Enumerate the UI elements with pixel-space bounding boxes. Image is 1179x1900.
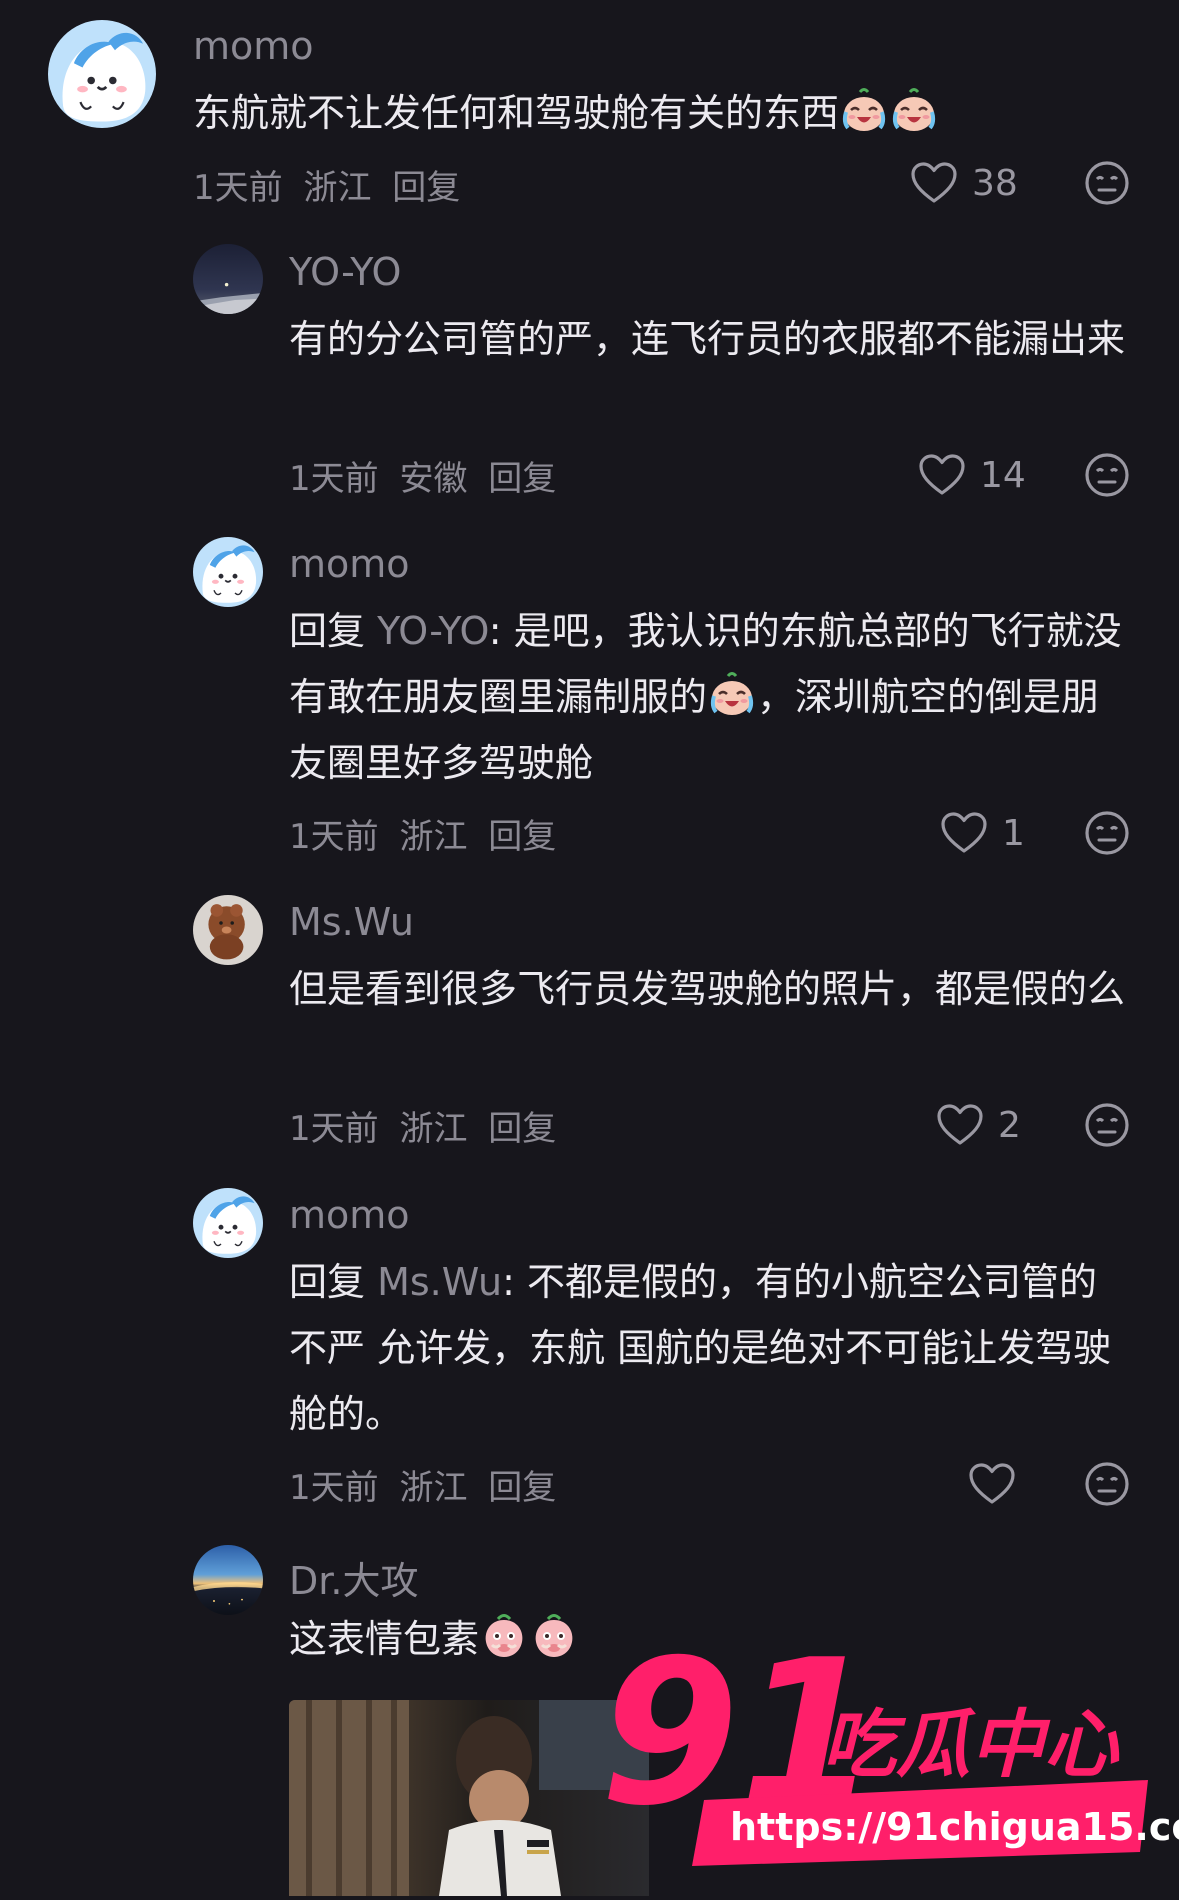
heart-icon (940, 811, 988, 855)
like-button[interactable]: 14 (918, 450, 1026, 500)
comment-meta: 1天前 浙江 回复 (289, 809, 566, 858)
blue-blob-avatar-icon (193, 537, 263, 607)
comment-meta: 1天前 浙江 回复 (193, 160, 470, 209)
emoji-react-icon[interactable] (1083, 451, 1131, 499)
comment-body: 这表情包素 (289, 1617, 480, 1661)
like-count: 2 (998, 1104, 1021, 1146)
like-count: 38 (972, 162, 1018, 204)
reply-button[interactable]: 回复 (488, 1468, 556, 1508)
heart-icon (968, 1462, 1016, 1506)
reply-button[interactable]: 回复 (488, 459, 556, 499)
reply-button[interactable]: 回复 (488, 817, 556, 857)
like-button[interactable]: 38 (910, 158, 1018, 208)
emoji-react-icon[interactable] (1083, 809, 1131, 857)
watermark-url: https://91chigua15.com (730, 1805, 1179, 1849)
emoji-react-icon[interactable] (1083, 159, 1131, 207)
comment-meta: 1天前 浙江 回复 (289, 1101, 566, 1150)
username[interactable]: Dr.大攻 (289, 1550, 418, 1605)
comment-text: 回复 Ms.Wu: 不都是假的，有的小航空公司管的不严 允许发，东航 国航的是绝… (289, 1249, 1129, 1447)
username[interactable]: momo (289, 542, 410, 586)
watermark-name: 吃瓜中心 (822, 1702, 1120, 1788)
comment-text: 东航就不让发任何和驾驶舱有关的东西 (193, 80, 1073, 146)
blue-blob-avatar-icon (193, 1188, 263, 1258)
reply-button[interactable]: 回复 (488, 1109, 556, 1149)
comment-time: 1天前 (289, 817, 379, 857)
username[interactable]: YO-YO (289, 250, 401, 294)
comment-time: 1天前 (193, 168, 283, 208)
comment-location: 浙江 (399, 817, 468, 857)
like-count: 1 (1002, 812, 1025, 854)
comment-location: 浙江 (303, 168, 372, 208)
comment-time: 1天前 (289, 1468, 379, 1508)
plush-toy-avatar-icon (193, 895, 263, 965)
comment-time: 1天前 (289, 459, 379, 499)
attached-photo[interactable] (289, 1700, 649, 1896)
avatar[interactable] (193, 1545, 263, 1615)
night-sky-avatar-icon (193, 244, 263, 314)
shy-peach-emoji-icon (480, 1612, 528, 1660)
avatar[interactable] (193, 895, 263, 965)
username[interactable]: momo (193, 24, 314, 68)
avatar[interactable] (48, 20, 156, 128)
reply-prefix: 回复 (289, 609, 378, 653)
like-button[interactable]: 2 (936, 1100, 1021, 1150)
comment-location: 安徽 (399, 459, 468, 499)
crying-laugh-emoji-icon (708, 670, 756, 718)
heart-icon (918, 453, 966, 497)
comment-meta: 1天前 安徽 回复 (289, 451, 566, 500)
reply-button[interactable]: 回复 (392, 168, 460, 208)
heart-icon (910, 161, 958, 205)
comment-text: 回复 YO-YO: 是吧，我认识的东航总部的飞行就没有敢在朋友圈里漏制服的 ，深圳… (289, 598, 1129, 796)
pilot-photo-image (289, 1700, 649, 1896)
mention-link[interactable]: YO-YO (377, 609, 489, 653)
username[interactable]: Ms.Wu (289, 900, 414, 944)
avatar[interactable] (193, 1188, 263, 1258)
emoji-react-icon[interactable] (1083, 1460, 1131, 1508)
like-button[interactable]: 1 (940, 808, 1025, 858)
avatar[interactable] (193, 244, 263, 314)
comment-body: 东航就不让发任何和驾驶舱有关的东西 (193, 91, 840, 135)
heart-icon (936, 1103, 984, 1147)
crying-laugh-emoji-icon (890, 86, 938, 134)
reply-prefix: 回复 (289, 1260, 378, 1304)
comment-time: 1天前 (289, 1109, 379, 1149)
avatar[interactable] (193, 537, 263, 607)
comment-meta: 1天前 浙江 回复 (289, 1460, 566, 1509)
comment-location: 浙江 (399, 1109, 468, 1149)
like-count: 14 (980, 454, 1026, 496)
crying-laugh-emoji-icon (840, 86, 888, 134)
mention-link[interactable]: Ms.Wu (377, 1260, 502, 1304)
blue-blob-avatar-icon (48, 20, 156, 128)
like-button[interactable] (968, 1459, 1030, 1509)
comment-text: 但是看到很多飞行员发驾驶舱的照片，都是假的么 (289, 967, 1126, 1011)
comment-text: 有的分公司管的严，连飞行员的衣服都不能漏出来 (289, 317, 1126, 361)
comment-location: 浙江 (399, 1468, 468, 1508)
username[interactable]: momo (289, 1193, 410, 1237)
sunset-horizon-avatar-icon (193, 1545, 263, 1615)
shy-peach-emoji-icon (530, 1612, 578, 1660)
watermark: 91 吃瓜中心 https://91chigua15.com (600, 1617, 1179, 1896)
emoji-react-icon[interactable] (1083, 1101, 1131, 1149)
